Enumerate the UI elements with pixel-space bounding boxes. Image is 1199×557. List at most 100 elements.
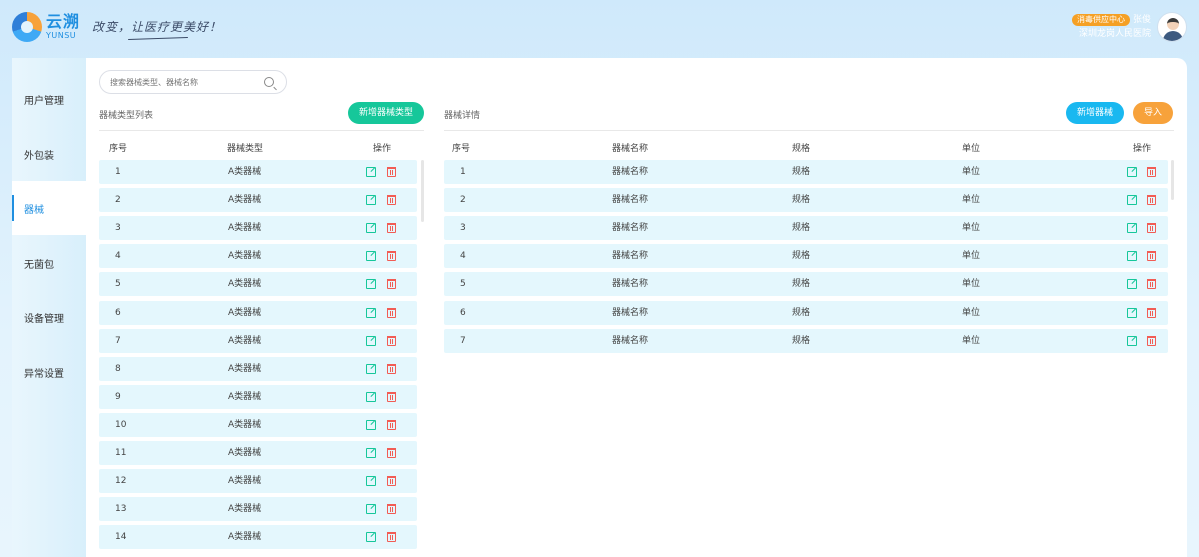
sidebar-item-sterile-pack[interactable]: 无菌包 (12, 236, 86, 290)
edit-icon[interactable] (366, 504, 376, 515)
table-row[interactable]: 6 器械名称 规格 单位 (444, 300, 1168, 325)
role-badge: 消毒供应中心 (1071, 14, 1130, 26)
app-header: 云溯 YUNSU 改变，让医疗更美好！ 消毒供应中心 张俊 深圳龙岗人民医院 (0, 0, 1199, 58)
edit-icon[interactable] (1127, 223, 1137, 234)
user-menu[interactable]: 消毒供应中心 张俊 深圳龙岗人民医院 (1071, 12, 1187, 42)
cell-spec: 规格 (792, 307, 811, 318)
edit-icon[interactable] (1127, 195, 1137, 206)
search-icon[interactable] (264, 77, 274, 87)
edit-icon[interactable] (1127, 167, 1137, 177)
delete-icon[interactable] (387, 448, 396, 458)
delete-icon[interactable] (1147, 279, 1156, 290)
edit-icon[interactable] (366, 419, 376, 430)
delete-icon[interactable] (387, 251, 396, 262)
search-input[interactable] (110, 77, 260, 87)
cell-index: 2 (115, 195, 121, 206)
slogan: 改变，让医疗更美好！ (92, 20, 223, 34)
edit-icon[interactable] (1127, 279, 1137, 290)
delete-icon[interactable] (1147, 167, 1156, 177)
sidebar-item-packaging[interactable]: 外包装 (12, 127, 86, 181)
edit-icon[interactable] (366, 448, 376, 458)
edit-icon[interactable] (366, 279, 376, 290)
table-row[interactable]: 3 A类器械 (99, 216, 417, 241)
table-row[interactable]: 7 A类器械 (99, 328, 417, 353)
edit-icon[interactable] (366, 363, 376, 374)
delete-icon[interactable] (1147, 223, 1156, 234)
cell-index: 7 (460, 335, 466, 346)
right-scrollbar[interactable] (1171, 160, 1174, 200)
edit-icon[interactable] (366, 391, 376, 402)
import-button[interactable]: 导入 (1133, 102, 1173, 124)
delete-icon[interactable] (387, 195, 396, 206)
column-header-index: 序号 (452, 144, 471, 154)
cell-type: A类器械 (228, 448, 262, 458)
sidebar-item-exceptions[interactable]: 异常设置 (12, 345, 86, 399)
cell-unit: 单位 (962, 335, 981, 346)
table-row[interactable]: 6 A类器械 (99, 300, 417, 325)
delete-icon[interactable] (387, 335, 396, 346)
sidebar-item-devices[interactable]: 设备管理 (12, 290, 86, 344)
delete-icon[interactable] (387, 391, 396, 402)
edit-icon[interactable] (366, 335, 376, 346)
delete-icon[interactable] (387, 419, 396, 430)
table-row[interactable]: 7 器械名称 规格 单位 (444, 328, 1168, 353)
delete-icon[interactable] (1147, 307, 1156, 318)
delete-icon[interactable] (387, 532, 396, 543)
table-row[interactable]: 1 A类器械 (99, 160, 417, 184)
edit-icon[interactable] (1127, 335, 1137, 346)
delete-icon[interactable] (1147, 195, 1156, 206)
table-row[interactable]: 14 A类器械 (99, 525, 417, 550)
cell-index: 3 (115, 223, 121, 234)
cell-type: A类器械 (228, 335, 262, 346)
delete-icon[interactable] (387, 476, 396, 487)
delete-icon[interactable] (387, 307, 396, 318)
table-row[interactable]: 2 A类器械 (99, 188, 417, 213)
edit-icon[interactable] (1127, 251, 1137, 262)
add-instrument-button[interactable]: 新增器械 (1066, 102, 1124, 124)
sidebar-item-label: 无菌包 (24, 259, 54, 271)
delete-icon[interactable] (387, 223, 396, 234)
table-row[interactable]: 4 器械名称 规格 单位 (444, 244, 1168, 269)
table-row[interactable]: 13 A类器械 (99, 497, 417, 522)
hospital-name: 深圳龙岗人民医院 (1078, 29, 1151, 39)
table-row[interactable]: 12 A类器械 (99, 469, 417, 494)
table-row[interactable]: 10 A类器械 (99, 412, 417, 437)
delete-icon[interactable] (387, 279, 396, 290)
table-row[interactable]: 5 A类器械 (99, 272, 417, 297)
edit-icon[interactable] (1127, 307, 1137, 318)
table-row[interactable]: 2 器械名称 规格 单位 (444, 188, 1168, 213)
edit-icon[interactable] (366, 532, 376, 543)
add-instrument-type-button[interactable]: 新增器械类型 (348, 102, 424, 124)
cell-spec: 规格 (792, 279, 811, 290)
cell-unit: 单位 (962, 167, 981, 177)
sidebar-item-instruments[interactable]: 器械 (12, 181, 86, 235)
delete-icon[interactable] (387, 363, 396, 374)
table-row[interactable]: 11 A类器械 (99, 441, 417, 465)
delete-icon[interactable] (387, 167, 396, 177)
sidebar-item-users[interactable]: 用户管理 (12, 72, 86, 126)
delete-icon[interactable] (387, 504, 396, 515)
sidebar-item-label: 设备管理 (24, 313, 64, 325)
table-row[interactable]: 3 器械名称 规格 单位 (444, 216, 1168, 241)
edit-icon[interactable] (366, 195, 376, 206)
edit-icon[interactable] (366, 307, 376, 318)
left-scrollbar[interactable] (421, 160, 424, 222)
cell-index: 4 (460, 251, 466, 262)
table-row[interactable]: 8 A类器械 (99, 356, 417, 381)
delete-icon[interactable] (1147, 335, 1156, 346)
table-row[interactable]: 5 器械名称 规格 单位 (444, 272, 1168, 297)
edit-icon[interactable] (366, 223, 376, 234)
edit-icon[interactable] (366, 167, 376, 177)
table-row[interactable]: 4 A类器械 (99, 244, 417, 269)
edit-icon[interactable] (366, 476, 376, 487)
edit-icon[interactable] (366, 251, 376, 262)
app-logo[interactable]: 云溯 YUNSU (12, 12, 80, 42)
table-row[interactable]: 1 器械名称 规格 单位 (444, 160, 1168, 184)
search-box[interactable] (99, 70, 287, 94)
avatar[interactable] (1157, 12, 1187, 42)
table-row[interactable]: 9 A类器械 (99, 384, 417, 409)
cell-name: 器械名称 (612, 279, 649, 290)
left-divider (99, 130, 424, 131)
cell-index: 5 (460, 279, 466, 290)
delete-icon[interactable] (1147, 251, 1156, 262)
